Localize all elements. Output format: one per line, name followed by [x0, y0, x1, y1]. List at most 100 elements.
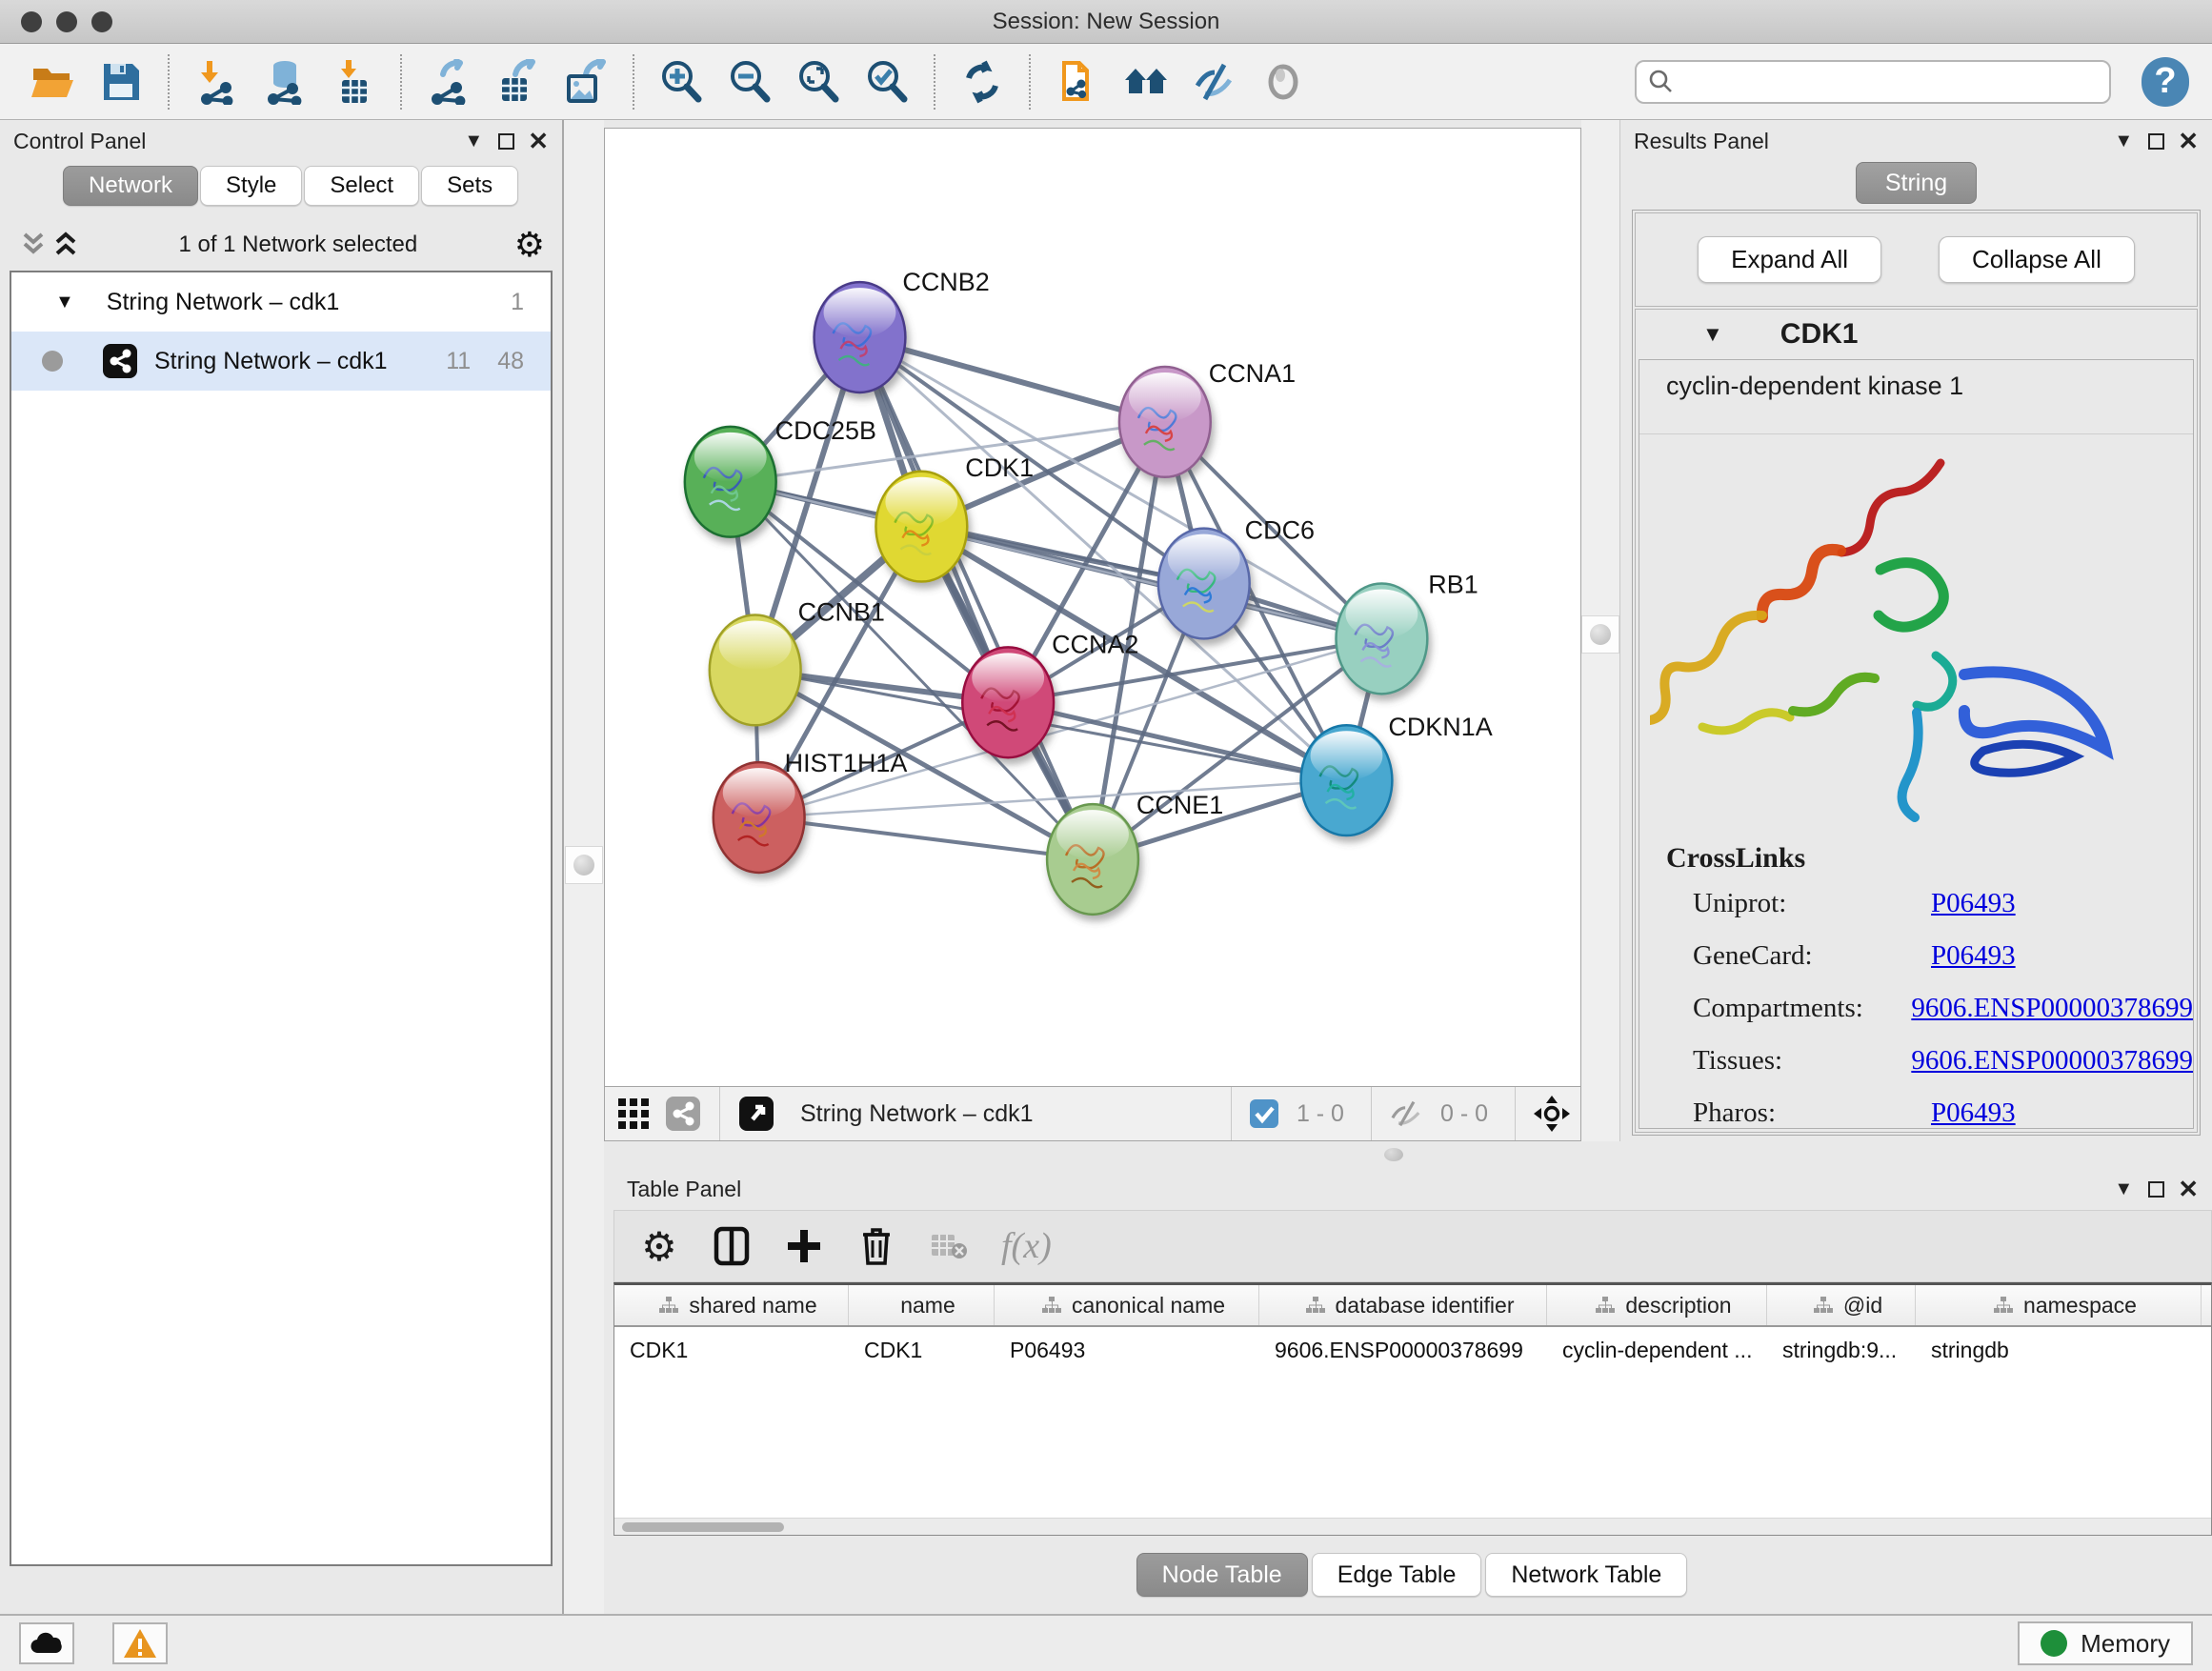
column-header-shared-name[interactable]: shared name	[614, 1285, 849, 1325]
table-cell[interactable]: P06493	[995, 1338, 1259, 1363]
zoom-selected-button[interactable]	[857, 52, 916, 111]
crosslink-value-link[interactable]: 9606.ENSP00000378699	[1911, 993, 2193, 1024]
protein-card-header[interactable]: ▼ CDK1	[1636, 310, 2197, 359]
column-header-canonical-name[interactable]: canonical name	[995, 1285, 1259, 1325]
tab-network[interactable]: Network	[63, 166, 198, 206]
network-options-gear-icon[interactable]: ⚙	[514, 228, 545, 262]
node-label-CCNB2: CCNB2	[902, 268, 989, 296]
network-row[interactable]: String Network – cdk1 11 48	[11, 332, 551, 391]
show-graphics-details-button[interactable]	[1254, 52, 1313, 111]
table-settings-gear-icon[interactable]: ⚙	[639, 1226, 679, 1266]
pan-crosshair-icon[interactable]	[1533, 1095, 1571, 1133]
cloud-status-button[interactable]	[19, 1622, 74, 1664]
selected-nodes-checkbox-icon[interactable]	[1249, 1098, 1279, 1129]
expand-all-icon[interactable]	[50, 231, 82, 259]
network-node-CCNB1[interactable]: CCNB1	[710, 597, 885, 725]
collapse-all-icon[interactable]	[17, 231, 50, 259]
expand-all-button[interactable]: Expand All	[1698, 236, 1881, 283]
panel-menu-icon[interactable]: ▼	[464, 131, 483, 151]
tab-style[interactable]: Style	[200, 166, 302, 206]
panel-float-icon[interactable]	[2148, 133, 2164, 150]
network-node-CDKN1A[interactable]: CDKN1A	[1301, 713, 1493, 836]
table-cell[interactable]: CDK1	[614, 1338, 849, 1363]
zoom-out-button[interactable]	[720, 52, 779, 111]
left-panel-gutter	[564, 120, 604, 1614]
panel-menu-icon[interactable]: ▼	[2114, 131, 2133, 151]
collapse-all-button[interactable]: Collapse All	[1939, 236, 2135, 283]
panel-close-icon[interactable]: ✕	[528, 127, 549, 156]
help-button[interactable]: ?	[2142, 57, 2189, 107]
panel-float-icon[interactable]	[2148, 1181, 2164, 1198]
column-header-namespace[interactable]: namespace	[1916, 1285, 2202, 1325]
network-node-CCNA1[interactable]: CCNA1	[1119, 359, 1296, 477]
warnings-button[interactable]	[112, 1622, 168, 1664]
hidden-eye-icon	[1389, 1099, 1423, 1128]
delete-column-trash-icon[interactable]	[856, 1226, 896, 1266]
hide-selected-button[interactable]	[1185, 52, 1244, 111]
birdseye-view-icon[interactable]	[737, 1095, 775, 1133]
toolbar-separator	[633, 54, 634, 110]
first-neighbors-button[interactable]	[1116, 52, 1176, 111]
column-header--id[interactable]: @id	[1767, 1285, 1916, 1325]
panel-float-icon[interactable]	[498, 133, 514, 150]
tab-select[interactable]: Select	[304, 166, 419, 206]
network-node-CDK1[interactable]: CDK1	[875, 453, 1034, 582]
save-session-button[interactable]	[91, 52, 151, 111]
results-panel-collapse-handle[interactable]	[1581, 615, 1619, 654]
crosslink-value-link[interactable]: P06493	[1931, 940, 2016, 972]
protein-collapse-icon[interactable]: ▼	[1702, 322, 1723, 347]
table-cell[interactable]: 9606.ENSP00000378699	[1259, 1338, 1547, 1363]
horizontal-splitter[interactable]	[604, 1141, 2212, 1168]
network-node-CDC25B[interactable]: CDC25B	[685, 416, 876, 537]
new-network-from-selection-button[interactable]	[1048, 52, 1107, 111]
table-cell[interactable]: stringdb:9...	[1767, 1338, 1916, 1363]
tab-network-table[interactable]: Network Table	[1485, 1553, 1687, 1597]
table-row[interactable]: CDK1CDK1P064939606.ENSP00000378699cyclin…	[614, 1327, 2211, 1373]
column-header-name[interactable]: name	[849, 1285, 995, 1325]
network-collection-row[interactable]: ▼ String Network – cdk1 1	[11, 272, 551, 332]
network-node-CDC6[interactable]: CDC6	[1158, 516, 1315, 639]
collection-expand-icon[interactable]: ▼	[55, 292, 74, 313]
export-network-button[interactable]	[419, 52, 478, 111]
column-header-description[interactable]: description	[1547, 1285, 1767, 1325]
network-node-CCNE1[interactable]: CCNE1	[1047, 791, 1223, 915]
protein-name: CDK1	[1780, 318, 1859, 351]
export-image-button[interactable]	[556, 52, 615, 111]
column-header-database-identifier[interactable]: database identifier	[1259, 1285, 1547, 1325]
crosslink-value-link[interactable]: P06493	[1931, 1097, 2016, 1129]
open-session-button[interactable]	[23, 52, 82, 111]
import-network-file-button[interactable]	[187, 52, 246, 111]
node-label-HIST1H1A: HIST1H1A	[785, 749, 908, 777]
node-label-CCNB1: CCNB1	[798, 597, 885, 626]
import-table-file-button[interactable]	[324, 52, 383, 111]
tab-edge-table[interactable]: Edge Table	[1312, 1553, 1482, 1597]
apply-layout-button[interactable]	[953, 52, 1012, 111]
table-cell[interactable]: CDK1	[849, 1338, 995, 1363]
panel-close-icon[interactable]: ✕	[2178, 1175, 2199, 1204]
table-cell[interactable]: stringdb	[1916, 1338, 2202, 1363]
table-hscrollbar[interactable]	[614, 1518, 2211, 1535]
tab-string[interactable]: String	[1856, 162, 1977, 204]
zoom-fit-button[interactable]	[789, 52, 848, 111]
crosslink-value-link[interactable]: P06493	[1931, 888, 2016, 919]
add-column-icon[interactable]	[784, 1226, 824, 1266]
memory-button[interactable]: Memory	[2018, 1621, 2193, 1665]
crosslink-value-link[interactable]: 9606.ENSP00000378699	[1911, 1045, 2193, 1077]
panel-menu-icon[interactable]: ▼	[2114, 1179, 2133, 1198]
crosslink-label: Pharos:	[1666, 1097, 1931, 1129]
network-node-RB1[interactable]: RB1	[1337, 571, 1478, 695]
import-network-database-button[interactable]	[255, 52, 314, 111]
table-cell[interactable]: cyclin-dependent ...	[1547, 1338, 1767, 1363]
tab-sets[interactable]: Sets	[421, 166, 518, 206]
grid-view-icon[interactable]	[614, 1095, 653, 1133]
network-view-icon[interactable]	[664, 1095, 702, 1133]
table-hscrollbar-thumb[interactable]	[622, 1522, 784, 1532]
zoom-in-button[interactable]	[652, 52, 711, 111]
network-canvas[interactable]: CCNB2CCNA1CDC25BCDK1CDC6RB1CCNB1CCNA2CDK…	[604, 128, 1581, 1086]
search-input[interactable]	[1682, 70, 2098, 94]
export-table-button[interactable]	[488, 52, 547, 111]
panel-close-icon[interactable]: ✕	[2178, 127, 2199, 156]
show-columns-icon[interactable]	[712, 1226, 752, 1266]
tab-node-table[interactable]: Node Table	[1136, 1553, 1308, 1597]
control-panel-collapse-handle[interactable]	[565, 846, 603, 884]
